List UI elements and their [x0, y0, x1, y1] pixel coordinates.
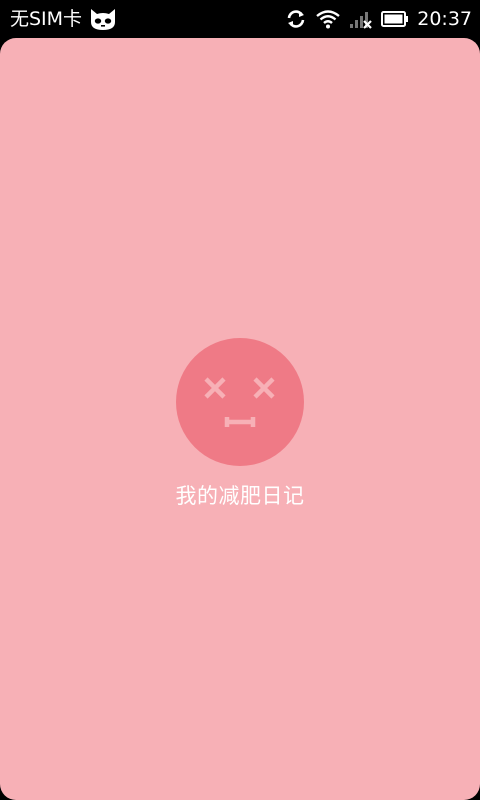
sync-icon — [285, 8, 307, 30]
no-signal-icon — [349, 8, 373, 30]
carrier-label: 无SIM卡 — [10, 8, 83, 30]
dizzy-face-icon — [176, 338, 304, 466]
status-bar-left: 无SIM卡 — [10, 0, 118, 38]
clock: 20:37 — [417, 8, 472, 30]
app-title: 我的减肥日记 — [175, 484, 305, 508]
splash-screen: 我的减肥日记 — [0, 38, 480, 800]
status-bar: 无SIM卡 20:37 — [0, 0, 480, 38]
wifi-icon — [315, 8, 341, 30]
splash-content: 我的减肥日记 — [0, 338, 480, 510]
battery-icon — [381, 10, 409, 28]
status-bar-right: 20:37 — [285, 0, 472, 38]
cat-face-icon — [88, 6, 118, 32]
